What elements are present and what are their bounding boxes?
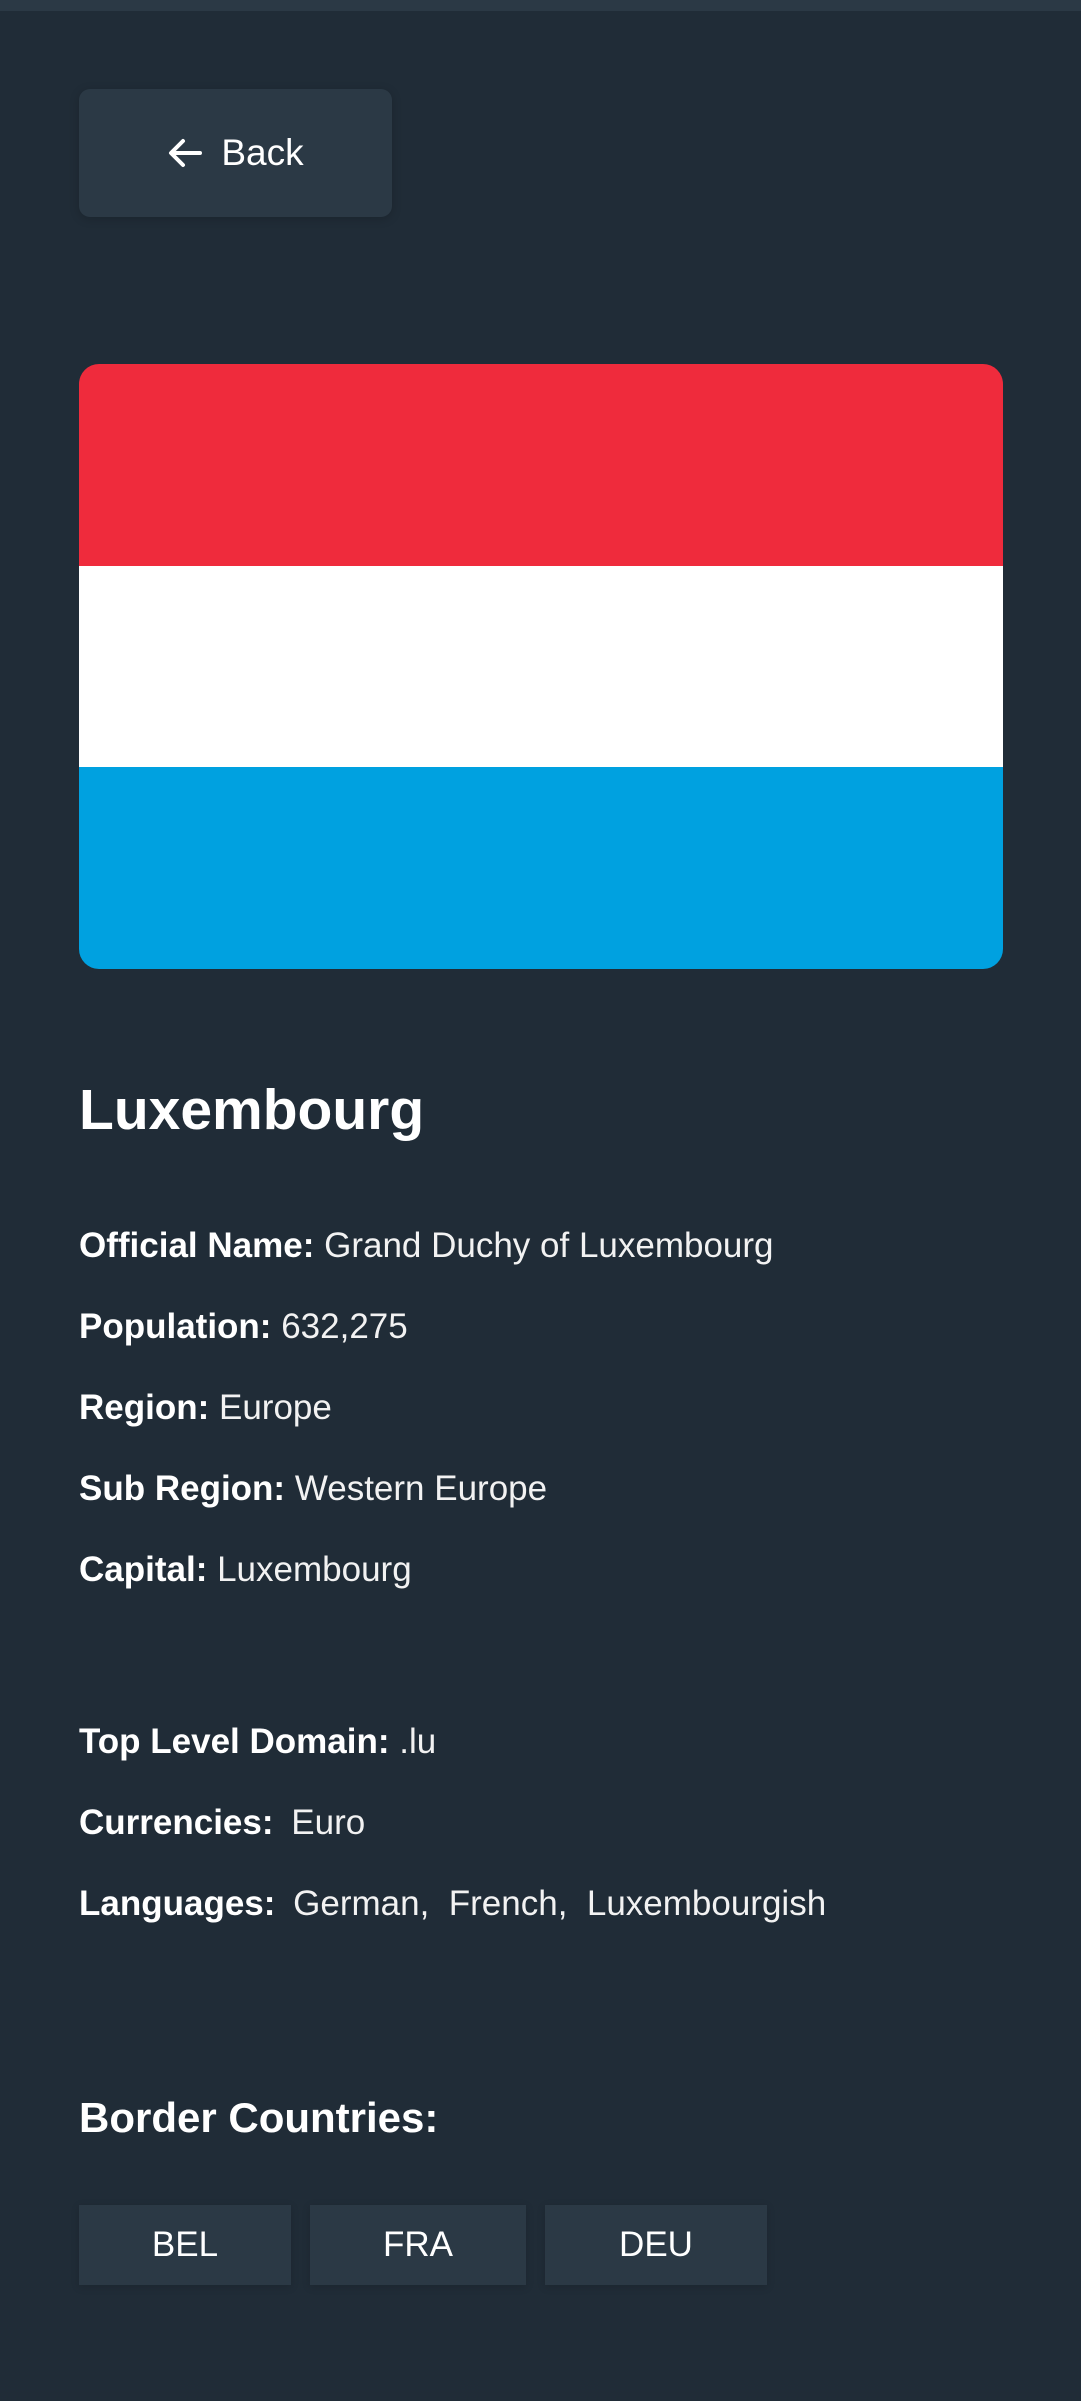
detail-value: German, French, Luxembourgish [293, 1884, 827, 1923]
country-flag [79, 364, 1003, 969]
back-button[interactable]: Back [79, 89, 392, 217]
border-countries-list: BEL FRA DEU [79, 2205, 767, 2285]
detail-label: Population: [79, 1307, 272, 1346]
detail-population: Population: 632,275 [79, 1303, 774, 1351]
detail-value: Europe [219, 1388, 332, 1427]
border-country-button[interactable]: DEU [545, 2205, 767, 2285]
detail-label: Currencies: [79, 1803, 274, 1842]
top-header-strip [0, 0, 1081, 11]
detail-value: .lu [399, 1722, 437, 1761]
country-name: Luxembourg [79, 1078, 425, 1142]
detail-capital: Capital: Luxembourg [79, 1546, 774, 1594]
primary-details: Official Name: Grand Duchy of Luxembourg… [79, 1222, 774, 1627]
flag-stripe-white [79, 565, 1003, 768]
arrow-left-icon [167, 138, 203, 168]
detail-languages: Languages: German, French, Luxembourgish [79, 1880, 826, 1928]
detail-official-name: Official Name: Grand Duchy of Luxembourg [79, 1222, 774, 1270]
border-country-button[interactable]: BEL [79, 2205, 291, 2285]
secondary-details: Top Level Domain: .lu Currencies: Euro L… [79, 1718, 826, 1961]
detail-top-level-domain: Top Level Domain: .lu [79, 1718, 826, 1766]
detail-value: Luxembourg [217, 1550, 412, 1589]
detail-value: Western Europe [294, 1469, 548, 1508]
detail-label: Languages: [79, 1884, 276, 1923]
detail-region: Region: Europe [79, 1384, 774, 1432]
detail-value: Grand Duchy of Luxembourg [324, 1226, 774, 1265]
detail-value: Euro [291, 1803, 366, 1842]
border-countries-title: Border Countries: [79, 2094, 439, 2141]
border-country-button[interactable]: FRA [310, 2205, 526, 2285]
detail-label: Top Level Domain: [79, 1722, 390, 1761]
flag-stripe-blue [79, 767, 1003, 969]
detail-label: Official Name: [79, 1226, 315, 1265]
detail-currencies: Currencies: Euro [79, 1799, 826, 1847]
flag-stripe-red [79, 364, 1003, 566]
detail-value: 632,275 [281, 1307, 408, 1346]
back-button-label: Back [221, 132, 304, 173]
detail-sub-region: Sub Region: Western Europe [79, 1465, 774, 1513]
detail-label: Capital: [79, 1550, 208, 1589]
detail-label: Region: [79, 1388, 210, 1427]
detail-label: Sub Region: [79, 1469, 286, 1508]
